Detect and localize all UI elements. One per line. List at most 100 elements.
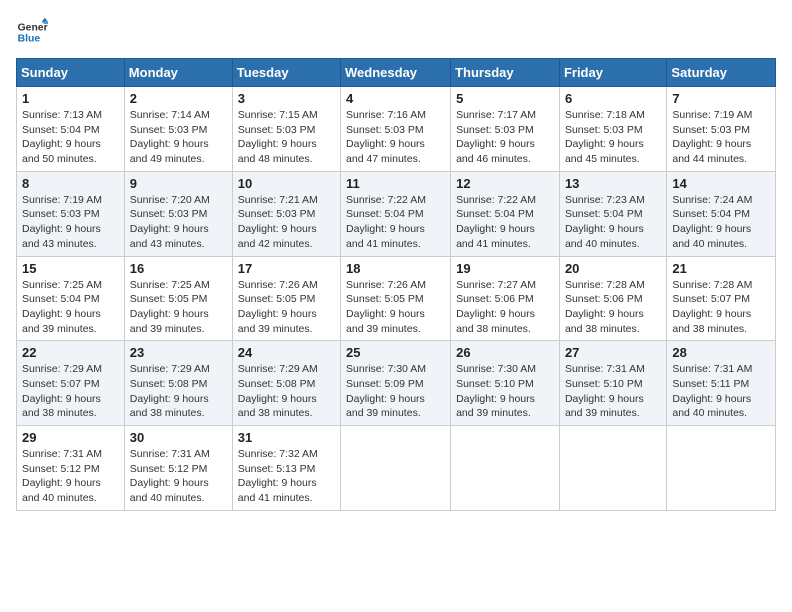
day-number: 27 [565, 345, 661, 360]
calendar-cell: 17 Sunrise: 7:26 AMSunset: 5:05 PMDaylig… [232, 256, 340, 341]
days-header-row: SundayMondayTuesdayWednesdayThursdayFrid… [17, 59, 776, 87]
day-info: Sunrise: 7:31 AMSunset: 5:10 PMDaylight:… [565, 363, 645, 419]
day-info: Sunrise: 7:17 AMSunset: 5:03 PMDaylight:… [456, 109, 536, 165]
day-header-saturday: Saturday [667, 59, 776, 87]
calendar-cell: 5 Sunrise: 7:17 AMSunset: 5:03 PMDayligh… [451, 87, 560, 172]
calendar-cell: 26 Sunrise: 7:30 AMSunset: 5:10 PMDaylig… [451, 341, 560, 426]
day-info: Sunrise: 7:13 AMSunset: 5:04 PMDaylight:… [22, 109, 102, 165]
day-info: Sunrise: 7:22 AMSunset: 5:04 PMDaylight:… [456, 194, 536, 250]
day-number: 12 [456, 176, 554, 191]
calendar-cell: 11 Sunrise: 7:22 AMSunset: 5:04 PMDaylig… [341, 171, 451, 256]
day-info: Sunrise: 7:29 AMSunset: 5:08 PMDaylight:… [130, 363, 210, 419]
day-number: 16 [130, 261, 227, 276]
calendar-cell: 14 Sunrise: 7:24 AMSunset: 5:04 PMDaylig… [667, 171, 776, 256]
calendar-cell: 22 Sunrise: 7:29 AMSunset: 5:07 PMDaylig… [17, 341, 125, 426]
day-number: 31 [238, 430, 335, 445]
calendar-cell: 3 Sunrise: 7:15 AMSunset: 5:03 PMDayligh… [232, 87, 340, 172]
day-info: Sunrise: 7:27 AMSunset: 5:06 PMDaylight:… [456, 279, 536, 335]
calendar-cell: 12 Sunrise: 7:22 AMSunset: 5:04 PMDaylig… [451, 171, 560, 256]
day-number: 28 [672, 345, 770, 360]
day-info: Sunrise: 7:29 AMSunset: 5:07 PMDaylight:… [22, 363, 102, 419]
day-header-monday: Monday [124, 59, 232, 87]
calendar-cell: 28 Sunrise: 7:31 AMSunset: 5:11 PMDaylig… [667, 341, 776, 426]
calendar-cell: 21 Sunrise: 7:28 AMSunset: 5:07 PMDaylig… [667, 256, 776, 341]
day-header-thursday: Thursday [451, 59, 560, 87]
day-header-wednesday: Wednesday [341, 59, 451, 87]
calendar-cell: 4 Sunrise: 7:16 AMSunset: 5:03 PMDayligh… [341, 87, 451, 172]
calendar-cell: 2 Sunrise: 7:14 AMSunset: 5:03 PMDayligh… [124, 87, 232, 172]
day-number: 17 [238, 261, 335, 276]
calendar-cell [559, 426, 666, 511]
calendar-cell: 25 Sunrise: 7:30 AMSunset: 5:09 PMDaylig… [341, 341, 451, 426]
day-number: 14 [672, 176, 770, 191]
calendar-cell: 16 Sunrise: 7:25 AMSunset: 5:05 PMDaylig… [124, 256, 232, 341]
day-info: Sunrise: 7:30 AMSunset: 5:10 PMDaylight:… [456, 363, 536, 419]
calendar-cell: 6 Sunrise: 7:18 AMSunset: 5:03 PMDayligh… [559, 87, 666, 172]
calendar-cell: 10 Sunrise: 7:21 AMSunset: 5:03 PMDaylig… [232, 171, 340, 256]
calendar-cell: 15 Sunrise: 7:25 AMSunset: 5:04 PMDaylig… [17, 256, 125, 341]
day-info: Sunrise: 7:26 AMSunset: 5:05 PMDaylight:… [346, 279, 426, 335]
calendar-cell [341, 426, 451, 511]
calendar-cell: 7 Sunrise: 7:19 AMSunset: 5:03 PMDayligh… [667, 87, 776, 172]
day-number: 21 [672, 261, 770, 276]
day-info: Sunrise: 7:31 AMSunset: 5:12 PMDaylight:… [22, 448, 102, 504]
calendar-cell: 24 Sunrise: 7:29 AMSunset: 5:08 PMDaylig… [232, 341, 340, 426]
day-info: Sunrise: 7:15 AMSunset: 5:03 PMDaylight:… [238, 109, 318, 165]
day-number: 29 [22, 430, 119, 445]
day-info: Sunrise: 7:21 AMSunset: 5:03 PMDaylight:… [238, 194, 318, 250]
day-header-sunday: Sunday [17, 59, 125, 87]
day-number: 5 [456, 91, 554, 106]
svg-text:General: General [18, 22, 48, 33]
day-number: 13 [565, 176, 661, 191]
day-info: Sunrise: 7:32 AMSunset: 5:13 PMDaylight:… [238, 448, 318, 504]
day-number: 25 [346, 345, 445, 360]
calendar-cell: 20 Sunrise: 7:28 AMSunset: 5:06 PMDaylig… [559, 256, 666, 341]
week-row-3: 15 Sunrise: 7:25 AMSunset: 5:04 PMDaylig… [17, 256, 776, 341]
day-number: 1 [22, 91, 119, 106]
day-number: 18 [346, 261, 445, 276]
day-number: 24 [238, 345, 335, 360]
calendar-cell: 9 Sunrise: 7:20 AMSunset: 5:03 PMDayligh… [124, 171, 232, 256]
logo: General Blue [16, 16, 52, 48]
day-number: 6 [565, 91, 661, 106]
day-number: 9 [130, 176, 227, 191]
day-number: 4 [346, 91, 445, 106]
page-header: General Blue [16, 16, 776, 48]
calendar-cell: 27 Sunrise: 7:31 AMSunset: 5:10 PMDaylig… [559, 341, 666, 426]
calendar-cell [451, 426, 560, 511]
week-row-1: 1 Sunrise: 7:13 AMSunset: 5:04 PMDayligh… [17, 87, 776, 172]
day-info: Sunrise: 7:16 AMSunset: 5:03 PMDaylight:… [346, 109, 426, 165]
day-number: 7 [672, 91, 770, 106]
day-info: Sunrise: 7:31 AMSunset: 5:11 PMDaylight:… [672, 363, 752, 419]
day-number: 15 [22, 261, 119, 276]
day-info: Sunrise: 7:23 AMSunset: 5:04 PMDaylight:… [565, 194, 645, 250]
calendar-cell: 18 Sunrise: 7:26 AMSunset: 5:05 PMDaylig… [341, 256, 451, 341]
calendar-cell: 30 Sunrise: 7:31 AMSunset: 5:12 PMDaylig… [124, 426, 232, 511]
day-info: Sunrise: 7:30 AMSunset: 5:09 PMDaylight:… [346, 363, 426, 419]
day-number: 26 [456, 345, 554, 360]
day-number: 19 [456, 261, 554, 276]
day-info: Sunrise: 7:22 AMSunset: 5:04 PMDaylight:… [346, 194, 426, 250]
day-info: Sunrise: 7:26 AMSunset: 5:05 PMDaylight:… [238, 279, 318, 335]
day-number: 10 [238, 176, 335, 191]
calendar-cell: 1 Sunrise: 7:13 AMSunset: 5:04 PMDayligh… [17, 87, 125, 172]
day-info: Sunrise: 7:20 AMSunset: 5:03 PMDaylight:… [130, 194, 210, 250]
week-row-5: 29 Sunrise: 7:31 AMSunset: 5:12 PMDaylig… [17, 426, 776, 511]
week-row-2: 8 Sunrise: 7:19 AMSunset: 5:03 PMDayligh… [17, 171, 776, 256]
day-header-tuesday: Tuesday [232, 59, 340, 87]
day-info: Sunrise: 7:14 AMSunset: 5:03 PMDaylight:… [130, 109, 210, 165]
logo-icon: General Blue [16, 16, 48, 48]
day-info: Sunrise: 7:25 AMSunset: 5:04 PMDaylight:… [22, 279, 102, 335]
calendar-table: SundayMondayTuesdayWednesdayThursdayFrid… [16, 58, 776, 511]
day-info: Sunrise: 7:31 AMSunset: 5:12 PMDaylight:… [130, 448, 210, 504]
calendar-cell: 8 Sunrise: 7:19 AMSunset: 5:03 PMDayligh… [17, 171, 125, 256]
day-number: 11 [346, 176, 445, 191]
calendar-cell [667, 426, 776, 511]
day-info: Sunrise: 7:25 AMSunset: 5:05 PMDaylight:… [130, 279, 210, 335]
day-number: 30 [130, 430, 227, 445]
calendar-cell: 29 Sunrise: 7:31 AMSunset: 5:12 PMDaylig… [17, 426, 125, 511]
day-info: Sunrise: 7:28 AMSunset: 5:07 PMDaylight:… [672, 279, 752, 335]
calendar-cell: 23 Sunrise: 7:29 AMSunset: 5:08 PMDaylig… [124, 341, 232, 426]
svg-text:Blue: Blue [18, 34, 41, 45]
week-row-4: 22 Sunrise: 7:29 AMSunset: 5:07 PMDaylig… [17, 341, 776, 426]
